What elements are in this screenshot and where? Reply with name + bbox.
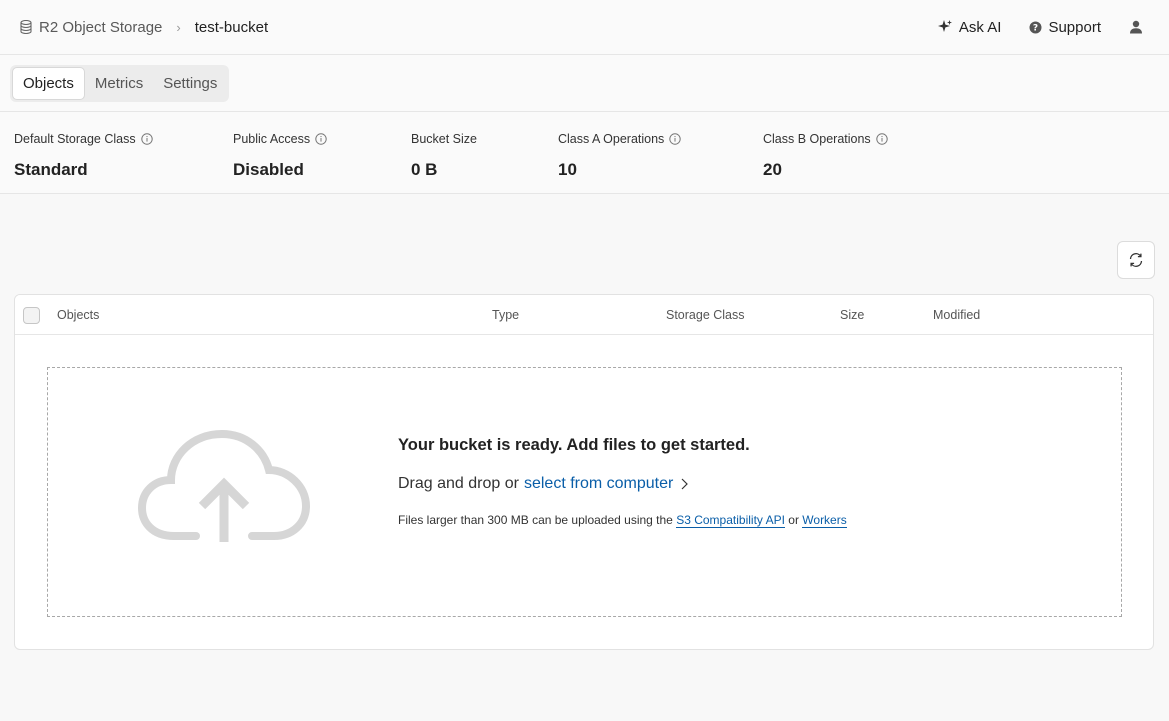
info-icon[interactable] <box>875 133 888 145</box>
column-header-modified[interactable]: Modified <box>933 308 980 322</box>
tabs-row: Objects Metrics Settings <box>0 55 1169 112</box>
refresh-icon <box>1129 253 1143 267</box>
stat-label: Public Access <box>233 132 311 146</box>
database-icon <box>20 20 32 34</box>
column-header-storage-class[interactable]: Storage Class <box>666 308 745 322</box>
info-icon[interactable] <box>140 133 153 145</box>
refresh-button[interactable] <box>1117 241 1155 279</box>
column-header-size[interactable]: Size <box>840 308 864 322</box>
info-icon[interactable] <box>669 133 682 145</box>
upload-dropzone[interactable]: Your bucket is ready. Add files to get s… <box>47 367 1122 617</box>
objects-table: Objects Type Storage Class Size Modified… <box>14 294 1154 650</box>
note-prefix: Files larger than 300 MB can be uploaded… <box>398 513 673 527</box>
breadcrumb-current: test-bucket <box>194 18 269 36</box>
top-bar: R2 Object Storage › test-bucket Ask AI ?… <box>0 0 1169 55</box>
breadcrumb: R2 Object Storage › test-bucket <box>20 19 268 36</box>
help-circle-icon: ? <box>1029 21 1042 33</box>
select-from-computer-link[interactable]: select from computer <box>523 475 689 493</box>
chevron-right-icon <box>681 478 689 490</box>
breadcrumb-root-link[interactable]: R2 Object Storage <box>39 19 162 36</box>
stat-class-b-operations: Class B Operations 20 <box>763 131 888 180</box>
stat-value: 20 <box>763 160 782 179</box>
tab-metrics[interactable]: Metrics <box>85 67 153 100</box>
tab-objects[interactable]: Objects <box>12 67 85 100</box>
stat-label: Bucket Size <box>411 132 478 146</box>
info-icon[interactable] <box>315 133 327 145</box>
stat-value: 0 B <box>411 160 438 179</box>
stat-label: Class B Operations <box>763 132 871 146</box>
stat-public-access: Public Access Disabled <box>233 131 327 180</box>
column-header-objects[interactable]: Objects <box>57 308 99 322</box>
note-or: or <box>788 513 799 527</box>
bucket-stats: Default Storage Class Standard Public Ac… <box>0 112 1169 194</box>
support-label: Support <box>1048 18 1101 36</box>
stat-label: Class A Operations <box>558 132 665 146</box>
stat-value: Standard <box>14 160 88 179</box>
user-icon <box>1130 20 1142 34</box>
workers-link[interactable]: Workers <box>802 513 847 528</box>
chevron-right-icon: › <box>176 19 181 35</box>
sparkle-icon <box>937 20 952 32</box>
user-menu-button[interactable] <box>1129 20 1149 34</box>
stat-label: Default Storage Class <box>14 132 136 146</box>
tab-settings[interactable]: Settings <box>153 67 227 100</box>
stat-value: 10 <box>558 160 577 179</box>
stat-default-storage-class: Default Storage Class Standard <box>14 131 153 180</box>
column-header-type[interactable]: Type <box>492 308 519 322</box>
stat-class-a-operations: Class A Operations 10 <box>558 131 682 180</box>
stat-value: Disabled <box>233 160 304 179</box>
select-from-computer-label: select from computer <box>523 475 674 492</box>
svg-text:?: ? <box>1033 23 1038 33</box>
support-button[interactable]: ? Support <box>1029 19 1101 36</box>
ask-ai-button[interactable]: Ask AI <box>937 18 1002 36</box>
dropzone-text: Your bucket is ready. Add files to get s… <box>398 436 847 528</box>
tab-list: Objects Metrics Settings <box>10 65 230 102</box>
cloud-upload-icon <box>138 430 310 542</box>
s3-compatibility-api-link[interactable]: S3 Compatibility API <box>676 513 785 528</box>
large-file-note: Files larger than 300 MB can be uploaded… <box>398 513 847 528</box>
dropzone-instructions: Drag and drop or select from computer <box>398 475 847 493</box>
table-header: Objects Type Storage Class Size Modified <box>15 295 1153 335</box>
select-all-checkbox[interactable] <box>23 307 40 324</box>
dropzone-title: Your bucket is ready. Add files to get s… <box>398 436 750 454</box>
header-actions: Ask AI ? Support <box>909 19 1149 36</box>
stat-bucket-size: Bucket Size 0 B <box>411 131 477 180</box>
ask-ai-label: Ask AI <box>958 18 1002 36</box>
drag-drop-text: Drag and drop or <box>398 475 519 492</box>
